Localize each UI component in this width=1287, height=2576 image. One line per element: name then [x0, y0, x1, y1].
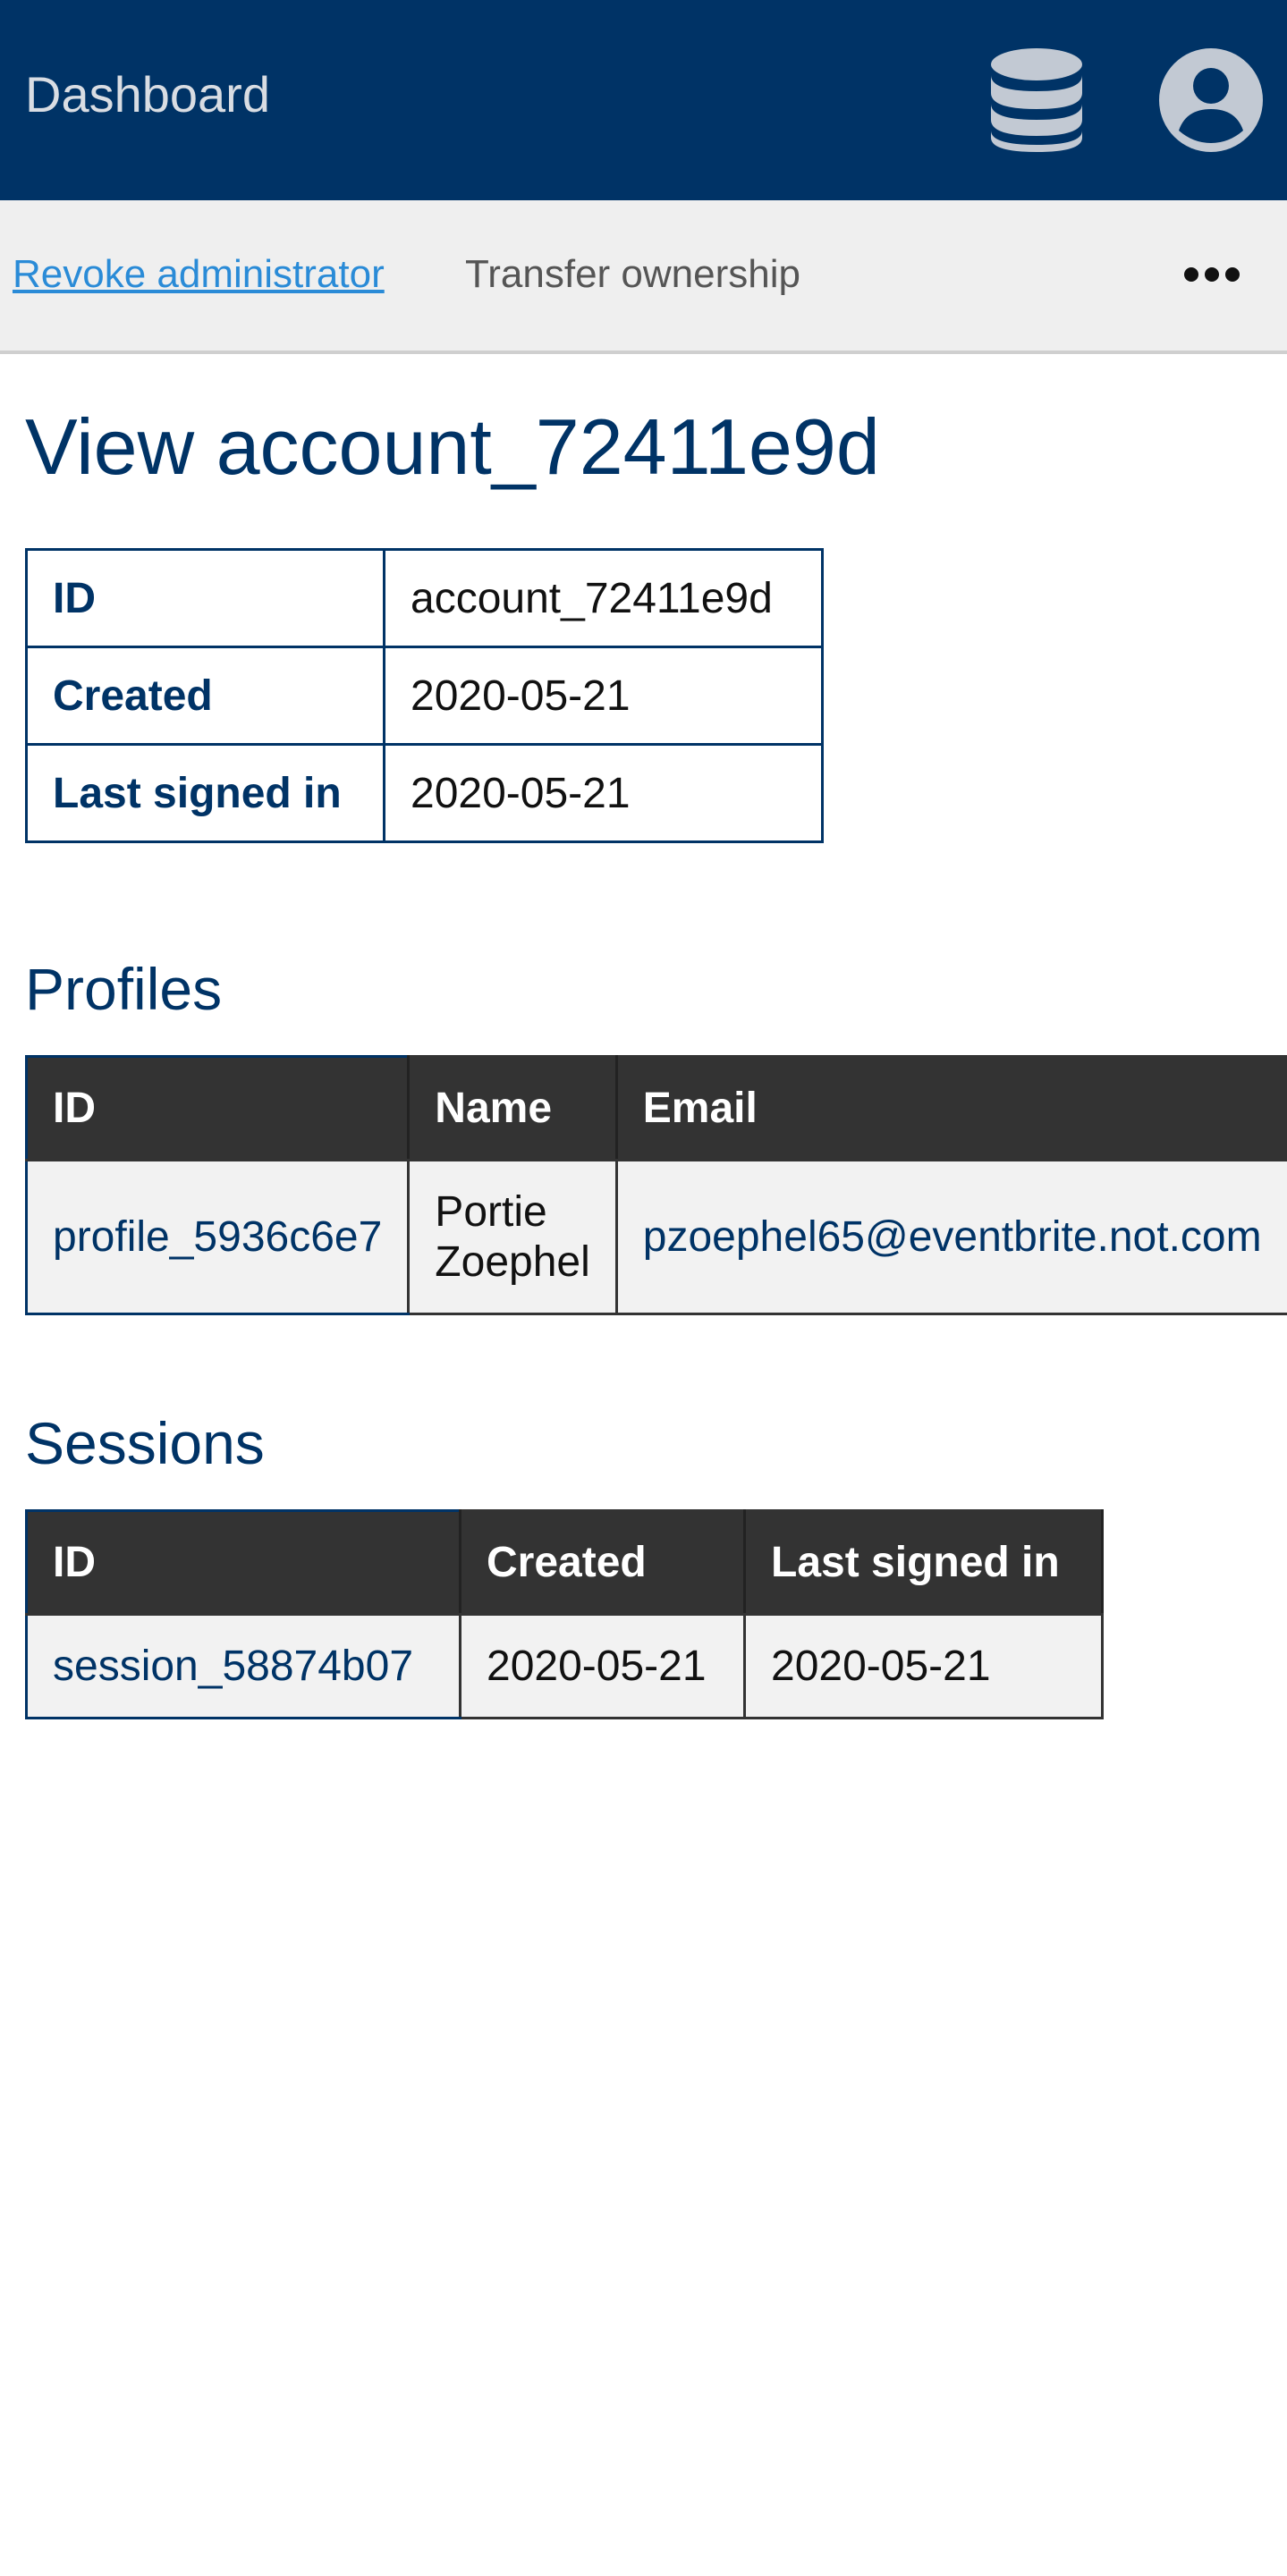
sessions-col-id[interactable]: ID	[25, 1509, 461, 1616]
sessions-table: ID Created Last signed in session_58874b…	[25, 1509, 1104, 1719]
account-created-label: Created	[25, 646, 385, 746]
account-row-last-signed-in: Last signed in 2020-05-21	[25, 743, 824, 843]
profiles-heading: Profiles	[25, 956, 223, 1022]
sessions-header-row: ID Created Last signed in	[25, 1509, 1104, 1616]
database-icon[interactable]	[991, 48, 1082, 152]
profile-name-first: Portie	[435, 1187, 547, 1236]
profiles-table: ID Name Email profile_5936c6e7 Portie Zoe…	[24, 1055, 1287, 1315]
account-created-value: 2020-05-21	[383, 646, 824, 746]
profiles-col-name[interactable]: Name	[407, 1055, 618, 1161]
profile-name-last: Zoephel	[435, 1237, 590, 1286]
account-row-id: ID account_72411e9d	[25, 548, 824, 648]
dashboard-brand-link[interactable]: Dashboard	[25, 64, 270, 125]
profiles-header-row: ID Name Email	[24, 1055, 1287, 1161]
account-info-table: ID account_72411e9d Created 2020-05-21 L…	[25, 548, 824, 843]
sessions-col-last-signed-in[interactable]: Last signed in	[743, 1509, 1104, 1616]
session-id-link[interactable]: session_58874b07	[25, 1613, 461, 1719]
profile-name: Portie Zoephel	[407, 1159, 618, 1315]
page-title: View account_72411e9d	[25, 402, 880, 491]
transfer-ownership-button[interactable]: Transfer ownership	[465, 250, 800, 299]
profile-id-link[interactable]: profile_5936c6e7	[24, 1159, 411, 1315]
table-row: session_58874b07 2020-05-21 2020-05-21	[25, 1613, 1104, 1719]
session-last-signed-in: 2020-05-21	[743, 1613, 1104, 1719]
more-horizontal-icon[interactable]	[1182, 261, 1241, 288]
action-bar: Revoke administrator Transfer ownership	[0, 200, 1287, 354]
session-created: 2020-05-21	[459, 1613, 746, 1719]
account-row-created: Created 2020-05-21	[25, 646, 824, 746]
sessions-col-created[interactable]: Created	[459, 1509, 746, 1616]
profile-email-link[interactable]: pzoephel65@eventbrite.not.com	[614, 1159, 1287, 1315]
table-row: profile_5936c6e7 Portie Zoephel pzoephel6…	[24, 1159, 1287, 1315]
account-last-signed-in-label: Last signed in	[25, 743, 385, 843]
profiles-col-id[interactable]: ID	[24, 1055, 411, 1161]
user-account-icon[interactable]	[1159, 48, 1263, 152]
account-id-label: ID	[25, 548, 385, 648]
revoke-administrator-link[interactable]: Revoke administrator	[13, 250, 385, 299]
sessions-heading: Sessions	[25, 1410, 265, 1476]
account-last-signed-in-value: 2020-05-21	[383, 743, 824, 843]
profiles-col-email[interactable]: Email	[614, 1055, 1287, 1161]
top-nav-bar: Dashboard	[0, 0, 1287, 200]
account-id-value: account_72411e9d	[383, 548, 824, 648]
